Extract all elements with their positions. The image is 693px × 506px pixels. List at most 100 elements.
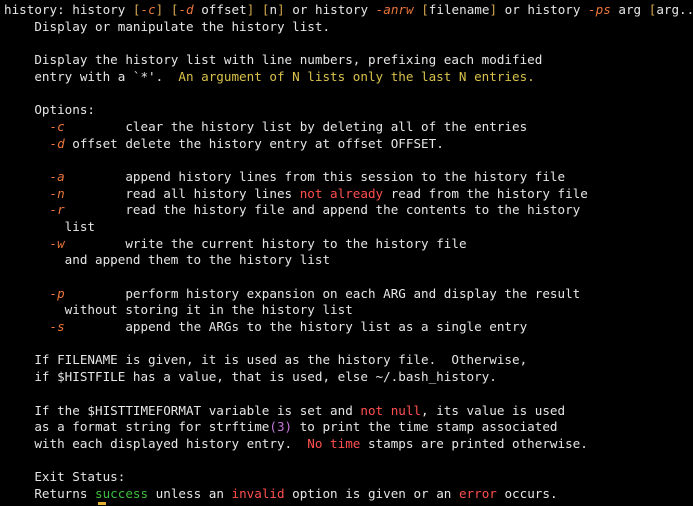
text-segment: arg... xyxy=(656,2,693,17)
text-segment: as a format string for strftime xyxy=(4,419,270,435)
text-segment: n xyxy=(269,2,278,17)
text-segment: read the history file and append the con… xyxy=(64,202,581,218)
terminal-line: Returns success unless an invalid option… xyxy=(4,486,693,503)
text-segment: -d xyxy=(49,135,65,151)
terminal-line: list xyxy=(4,219,693,236)
text-segment: An argument of N lists only the last N e… xyxy=(178,68,535,84)
text-segment xyxy=(4,286,50,301)
terminal-line: and append them to the history list xyxy=(4,252,693,269)
text-segment: If the $HISTTIMEFORMAT variable is set a… xyxy=(4,402,361,418)
terminal-line: -n read all history lines not already re… xyxy=(4,186,693,203)
text-segment: arg xyxy=(610,2,649,17)
text-segment: -c xyxy=(140,2,156,17)
text-segment: , its value is used xyxy=(421,402,566,418)
terminal-line: Display or manipulate the history list. xyxy=(4,19,693,36)
text-segment: success xyxy=(95,485,149,501)
text-segment: list xyxy=(4,218,95,234)
text-segment: option is given or an xyxy=(284,485,459,501)
text-segment: -anrw xyxy=(375,2,414,17)
text-segment: and append them to the history list xyxy=(4,252,331,268)
text-segment: append the ARGs to the history list as a… xyxy=(64,319,528,335)
text-segment: -s xyxy=(49,319,65,335)
text-segment: or history xyxy=(284,2,376,17)
terminal-line: If FILENAME is given, it is used as the … xyxy=(4,352,693,369)
text-segment xyxy=(4,236,50,251)
text-segment: history: history xyxy=(4,2,133,17)
terminal-line: Options: xyxy=(4,102,693,119)
text-segment xyxy=(4,169,50,184)
text-segment: Display or manipulate the history list. xyxy=(4,18,331,34)
text-cursor xyxy=(98,502,106,505)
text-segment: write the current history to the history… xyxy=(64,235,467,251)
text-segment xyxy=(4,119,50,134)
text-segment: -a xyxy=(49,168,65,184)
terminal-line: with each displayed history entry. No ti… xyxy=(4,436,693,453)
text-segment: [ xyxy=(421,2,429,17)
text-segment: -p xyxy=(49,285,65,301)
text-segment: -ps xyxy=(588,2,611,17)
terminal-line: without storing it in the history list xyxy=(4,302,693,319)
terminal-line: -r read the history file and append the … xyxy=(4,202,693,219)
text-segment: Exit Status: xyxy=(4,469,126,485)
terminal-line: -p perform history expansion on each ARG… xyxy=(4,286,693,303)
text-segment: unless an xyxy=(148,485,232,501)
text-segment: filename xyxy=(428,2,490,17)
text-segment xyxy=(4,319,50,334)
text-segment: Returns xyxy=(4,485,95,501)
text-segment: offset delete the history entry at offse… xyxy=(64,135,444,151)
text-segment: append history lines from this session t… xyxy=(64,168,566,184)
text-segment: -c xyxy=(49,118,65,134)
text-segment: -w xyxy=(49,235,65,251)
text-segment xyxy=(163,2,171,17)
text-segment: read all history lines xyxy=(64,185,300,201)
text-segment xyxy=(4,186,50,201)
text-segment: read from the history file xyxy=(383,185,588,201)
text-segment: (3) xyxy=(269,419,293,435)
text-segment: error xyxy=(458,485,497,501)
text-segment: Display the history list with line numbe… xyxy=(4,52,543,68)
text-segment: clear the history list by deleting all o… xyxy=(64,118,528,134)
terminal-line: -a append history lines from this sessio… xyxy=(4,169,693,186)
terminal-line: Display the history list with line numbe… xyxy=(4,52,693,69)
text-segment xyxy=(4,136,50,151)
text-segment: to print the time stamp associated xyxy=(292,419,558,435)
terminal-line: -d offset delete the history entry at of… xyxy=(4,136,693,153)
text-segment: occurs. xyxy=(496,485,558,501)
text-segment: ] xyxy=(277,2,285,17)
terminal-line: if $HISTFILE has a value, that is used, … xyxy=(4,369,693,386)
text-segment: not null xyxy=(360,402,422,418)
text-segment: No time xyxy=(307,435,361,451)
terminal-line: -w write the current history to the hist… xyxy=(4,236,693,253)
text-segment: if $HISTFILE has a value, that is used, … xyxy=(4,369,497,385)
terminal-line: entry with a `*'. An argument of N lists… xyxy=(4,69,693,86)
terminal-line: -c clear the history list by deleting al… xyxy=(4,119,693,136)
terminal-window[interactable]: history: history [-c] [-d offset] [n] or… xyxy=(0,0,693,506)
text-segment: [ xyxy=(132,2,141,17)
text-segment xyxy=(4,202,50,217)
terminal-line: If the $HISTTIMEFORMAT variable is set a… xyxy=(4,403,693,420)
text-segment: If FILENAME is given, it is used as the … xyxy=(4,352,528,368)
text-segment: -r xyxy=(49,202,65,218)
text-segment: without storing it in the history list xyxy=(4,302,353,318)
terminal-line: Exit Status: xyxy=(4,469,693,486)
terminal-line: as a format string for strftime(3) to pr… xyxy=(4,419,693,436)
terminal-line: history: history [-c] [-d offset] [n] or… xyxy=(4,2,693,19)
text-segment: invalid xyxy=(231,485,285,501)
text-segment: stamps are printed otherwise. xyxy=(360,435,588,451)
text-segment: offset xyxy=(193,2,247,17)
text-segment: or history xyxy=(497,2,589,17)
text-segment: with each displayed history entry. xyxy=(4,435,308,451)
text-segment: not already xyxy=(299,185,384,201)
terminal-line: -s append the ARGs to the history list a… xyxy=(4,319,693,336)
text-segment: -d xyxy=(178,2,194,17)
text-segment: -n xyxy=(49,185,65,201)
text-segment: entry with a `*'. xyxy=(4,68,179,84)
text-segment: perform history expansion on each ARG an… xyxy=(64,285,581,301)
